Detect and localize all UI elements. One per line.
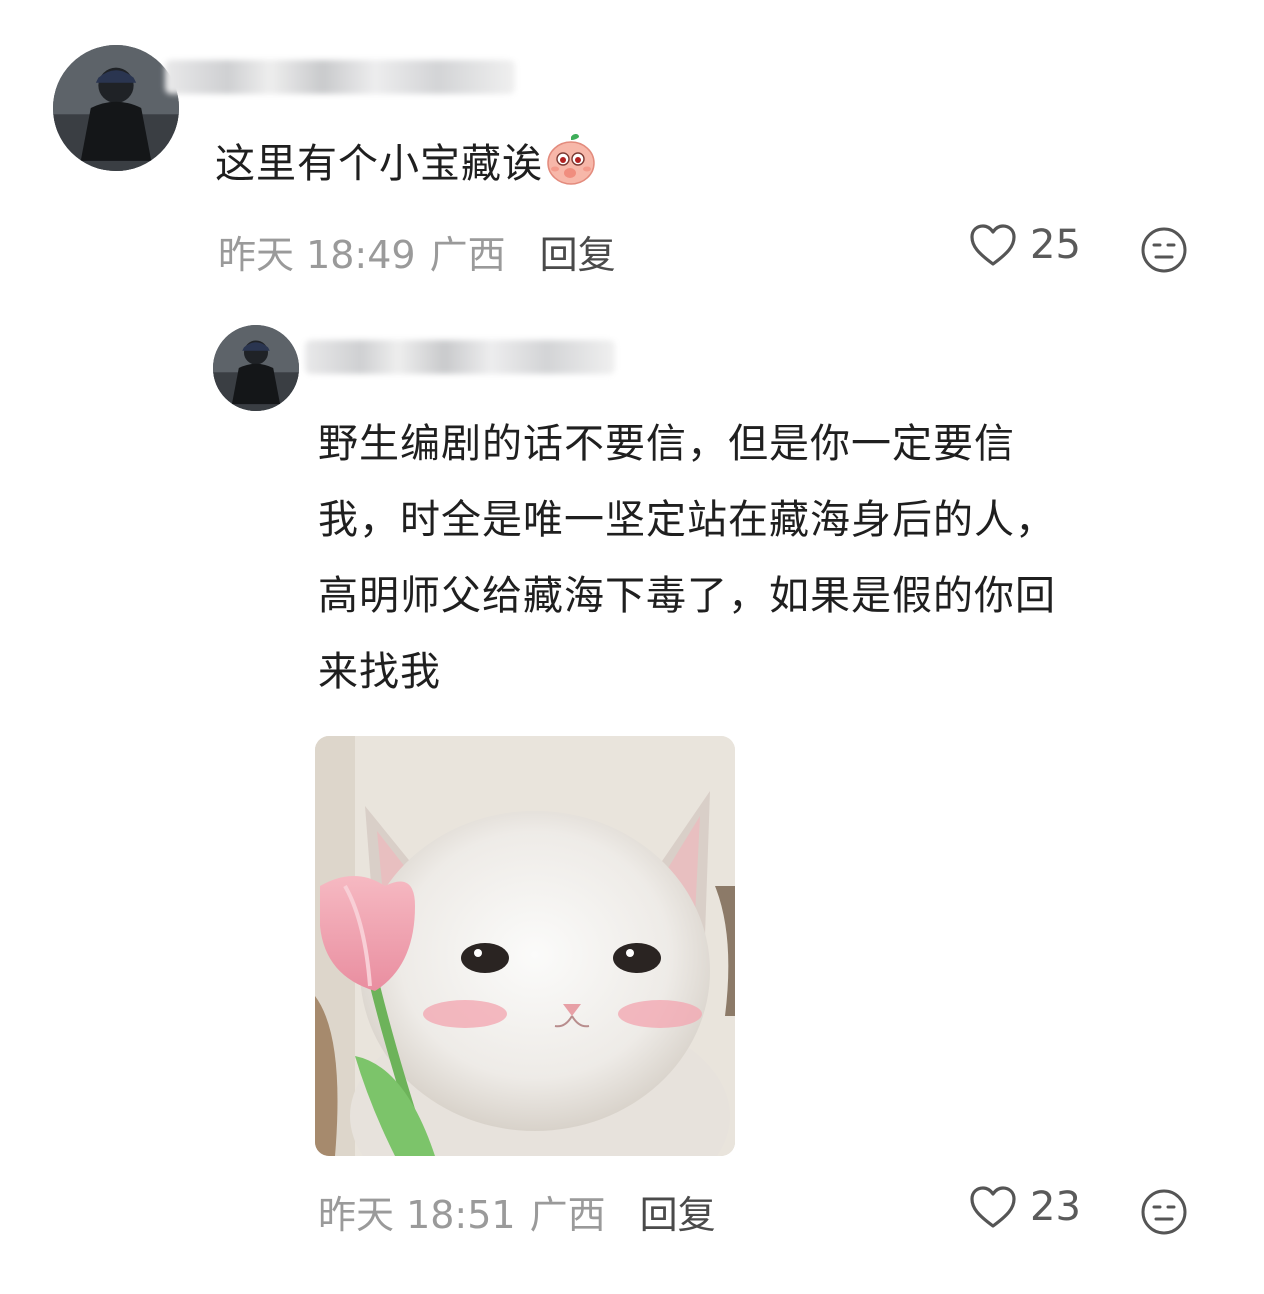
like-button[interactable]: 23 [968, 1184, 1081, 1230]
comment-line: 野生编剧的话不要信，但是你一定要信 [318, 421, 1015, 467]
avatar-image [53, 45, 179, 171]
cat-tulip-sticker[interactable] [315, 736, 735, 1156]
heart-outline-icon [970, 224, 1016, 266]
username-blurred [165, 60, 515, 94]
like-count: 23 [1030, 1184, 1081, 1230]
comment-text: 野生编剧的话不要信，但是你一定要信 我，时全是唯一坚定站在藏海身后的人， 高明师… [318, 406, 1218, 710]
reply-button[interactable]: 回复 [540, 224, 616, 279]
comment-meta: 昨天 18:51 广西 回复 [318, 1184, 716, 1239]
location: 广西 [529, 1193, 606, 1237]
avatar[interactable] [53, 45, 179, 171]
comment-line: 我，时全是唯一坚定站在藏海身后的人， [318, 497, 1056, 543]
avatar-image [213, 325, 299, 411]
meh-face-icon[interactable] [1140, 1188, 1188, 1236]
username-blurred [305, 340, 615, 374]
meh-face-icon[interactable] [1140, 226, 1188, 274]
timestamp: 昨天 18:51 [318, 1193, 516, 1237]
timestamp: 昨天 18:49 [218, 233, 416, 277]
avatar[interactable] [213, 325, 299, 411]
like-button[interactable]: 25 [968, 222, 1081, 268]
comment-line: 来找我 [318, 649, 441, 695]
comment-text: 这里有个小宝藏诶 [215, 126, 599, 202]
peach-face-icon [543, 131, 599, 187]
comment-meta: 昨天 18:49 广西 回复 [218, 224, 616, 279]
location: 广西 [429, 233, 506, 277]
heart-outline-icon [970, 1186, 1016, 1228]
like-count: 25 [1030, 222, 1081, 268]
reply-button[interactable]: 回复 [640, 1184, 716, 1239]
comment-body: 这里有个小宝藏诶 [215, 141, 543, 187]
comment-line: 高明师父给藏海下毒了，如果是假的你回 [318, 573, 1056, 619]
sticker-image [315, 736, 735, 1156]
